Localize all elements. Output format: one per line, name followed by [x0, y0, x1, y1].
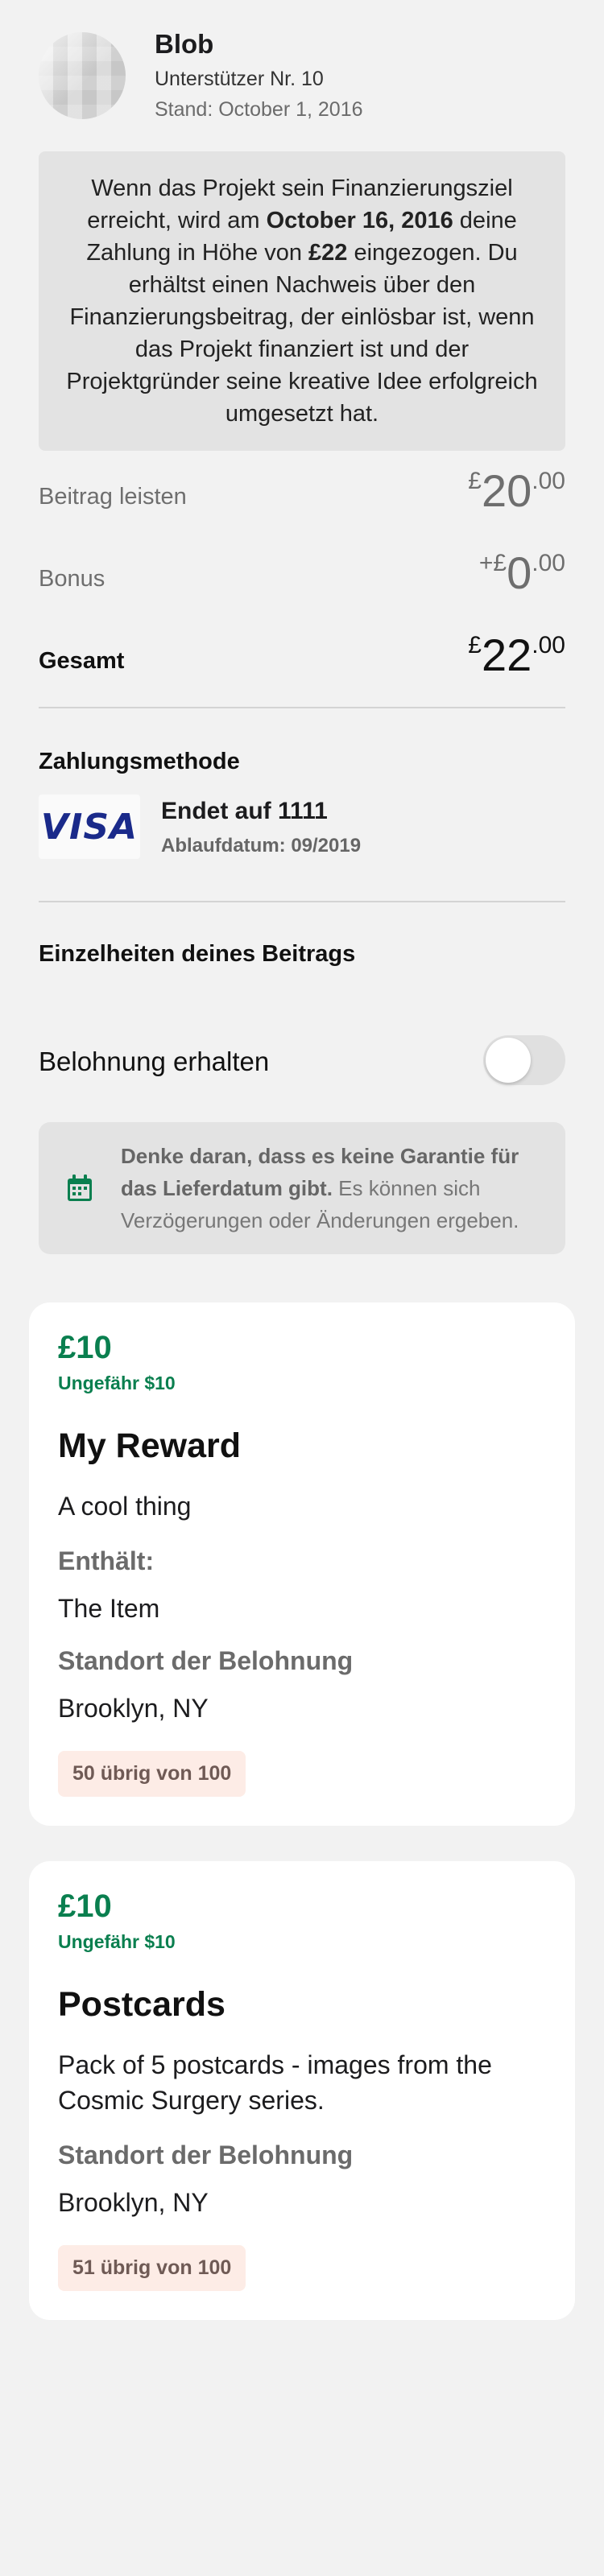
total-label: Gesamt	[39, 648, 125, 674]
amount-whole: 0	[507, 547, 532, 598]
reward-price: £10	[58, 1330, 112, 1365]
remaining-badge: 50 übrig von 100	[58, 1751, 246, 1797]
visa-logo-icon: VISA	[39, 795, 140, 859]
pledge-label: Beitrag leisten	[39, 484, 187, 510]
reward-approx-price: Ungefähr $10	[58, 1373, 176, 1393]
reward-includes-label: Enthält:	[58, 1546, 155, 1575]
pledge-row: Beitrag leisten £20.00	[39, 451, 565, 533]
total-amount: £22.00	[468, 629, 565, 681]
currency-symbol: £	[468, 468, 482, 494]
reward-title: My Reward	[58, 1426, 242, 1465]
currency-symbol: +£	[478, 550, 507, 576]
card-brand: VISA	[40, 806, 139, 848]
pledge-details-title: Einzelheiten deines Beitrags	[39, 941, 356, 967]
divider	[39, 707, 565, 708]
remaining-badge: 51 übrig von 100	[58, 2245, 246, 2291]
pledge-info-box: Wenn das Projekt sein Finanzierungsziel …	[39, 151, 565, 451]
status-date: Stand: October 1, 2016	[155, 98, 363, 121]
reward-description: A cool thing	[58, 1492, 192, 1521]
reward-price: £10	[58, 1889, 112, 1924]
card-ends: Endet auf 1111	[161, 798, 328, 824]
info-text: eingezogen. Du erhältst einen Nachweis ü…	[66, 240, 538, 427]
card-expiry: Ablaufdatum: 09/2019	[161, 835, 362, 857]
reward-location-label: Standort der Belohnung	[58, 2140, 354, 2169]
bonus-label: Bonus	[39, 566, 105, 592]
reward-location: Brooklyn, NY	[58, 2188, 209, 2217]
reward-description: Pack of 5 postcards - images from the Co…	[58, 2050, 492, 2115]
amount-cents: .00	[532, 632, 565, 658]
avatar	[39, 32, 126, 119]
backer-number: Unterstützer Nr. 10	[155, 68, 324, 90]
reward-title: Postcards	[58, 1985, 225, 2024]
toggle-knob	[486, 1038, 531, 1083]
backer-name: Blob	[155, 29, 214, 59]
receive-reward-toggle[interactable]	[483, 1035, 565, 1085]
divider	[39, 901, 565, 902]
reward-card[interactable]: £10 Ungefähr $10 My Reward A cool thing …	[29, 1302, 575, 1826]
pledge-details-section: Einzelheiten deines Beitrags	[39, 941, 565, 968]
reward-approx-price: Ungefähr $10	[58, 1931, 176, 1952]
receive-reward-row: Belohnung erhalten	[39, 1035, 565, 1088]
amount-cents: .00	[532, 468, 565, 494]
amount-whole: 20	[481, 465, 532, 516]
bonus-amount: +£0.00	[479, 547, 565, 599]
reward-location-label: Standort der Belohnung	[58, 1646, 354, 1675]
bonus-row: Bonus +£0.00	[39, 533, 565, 615]
reward-location: Brooklyn, NY	[58, 1694, 209, 1723]
delivery-notice: Denke daran, dass es keine Garantie für …	[39, 1122, 565, 1254]
reward-includes-item: The Item	[58, 1594, 160, 1623]
amount-cents: .00	[532, 550, 565, 576]
total-row: Gesamt £22.00	[39, 615, 565, 697]
calendar-icon	[68, 1174, 92, 1201]
payment-method-section: Zahlungsmethode VISA Endet auf 1111 Abla…	[39, 749, 565, 891]
amount-whole: 22	[481, 630, 532, 680]
reward-card[interactable]: £10 Ungefähr $10 Postcards Pack of 5 pos…	[29, 1861, 575, 2320]
charge-date: October 16, 2016	[266, 208, 453, 233]
backer-header: Blob Unterstützer Nr. 10 Stand: October …	[0, 0, 604, 138]
pledge-amount: £20.00	[468, 464, 565, 517]
payment-method-title: Zahlungsmethode	[39, 749, 240, 774]
charge-amount: £22	[308, 240, 348, 266]
currency-symbol: £	[468, 632, 482, 658]
receive-reward-label: Belohnung erhalten	[39, 1046, 270, 1076]
card-row: VISA Endet auf 1111 Ablaufdatum: 09/2019	[39, 795, 565, 891]
